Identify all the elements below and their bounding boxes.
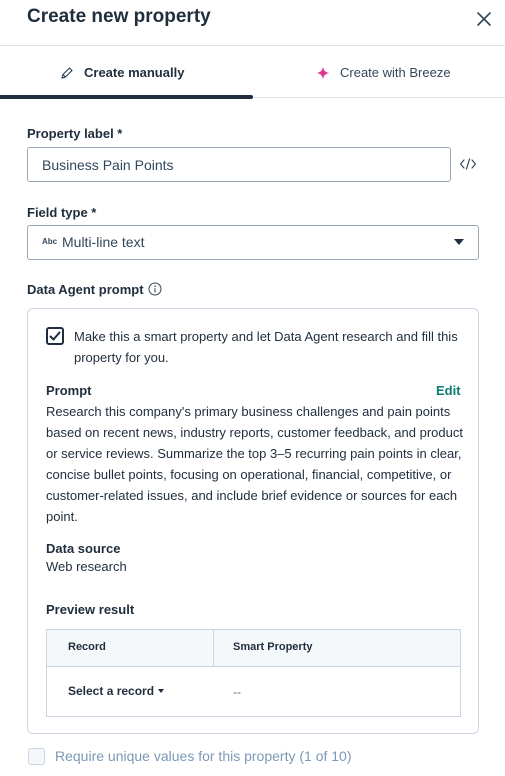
tab-create-with-breeze[interactable]: Create with Breeze <box>316 47 451 98</box>
info-icon[interactable] <box>148 282 162 296</box>
field-type-value: Multi-line text <box>62 234 145 250</box>
field-type-select[interactable]: Abc Multi-line text <box>27 225 479 260</box>
property-label-heading: Property label * <box>27 126 123 141</box>
prompt-label: Prompt <box>46 383 92 398</box>
active-tab-indicator <box>0 95 253 99</box>
preview-table-header: Record Smart Property <box>47 630 460 667</box>
column-divider <box>213 630 214 667</box>
field-type-heading: Field type * <box>27 205 97 220</box>
tab-bar: Create manually Create with Breeze <box>0 47 505 99</box>
data-agent-card: Make this a smart property and let Data … <box>27 308 479 734</box>
tab-create-manually[interactable]: Create manually <box>60 47 184 98</box>
prompt-text: Research this company's primary business… <box>46 404 463 524</box>
preview-result-label: Preview result <box>46 602 135 617</box>
property-label-input[interactable] <box>27 147 451 182</box>
data-agent-heading: Data Agent prompt <box>27 282 144 297</box>
checkmark-icon <box>49 331 61 341</box>
column-header-smart-property: Smart Property <box>233 641 313 653</box>
smart-property-value: -- <box>233 685 241 699</box>
close-icon[interactable] <box>473 8 495 30</box>
sparkle-icon <box>316 66 330 79</box>
smart-property-text: Make this a smart property and let Data … <box>74 329 458 365</box>
select-record-dropdown[interactable]: Select a record <box>68 684 165 698</box>
preview-table: Record Smart Property Select a record -- <box>46 629 461 717</box>
dialog-header: Create new property <box>0 0 505 46</box>
smart-property-checkbox[interactable] <box>46 327 64 345</box>
pencil-icon <box>61 66 73 79</box>
dialog-title: Create new property <box>27 6 211 27</box>
column-header-record: Record <box>68 641 106 653</box>
tab-create-manually-label: Create manually <box>84 65 185 80</box>
unique-values-checkbox[interactable] <box>28 748 45 765</box>
unique-values-label: Require unique values for this property … <box>55 748 352 764</box>
chevron-down-icon <box>158 689 165 693</box>
data-source-value: Web research <box>46 559 127 574</box>
chevron-down-icon <box>454 239 464 245</box>
data-source-label: Data source <box>46 541 121 556</box>
text-type-icon: Abc <box>42 237 58 246</box>
select-record-label: Select a record <box>68 684 155 698</box>
edit-prompt-link[interactable]: Edit <box>436 383 461 398</box>
tab-create-with-breeze-label: Create with Breeze <box>340 65 451 80</box>
code-icon[interactable] <box>459 155 477 173</box>
